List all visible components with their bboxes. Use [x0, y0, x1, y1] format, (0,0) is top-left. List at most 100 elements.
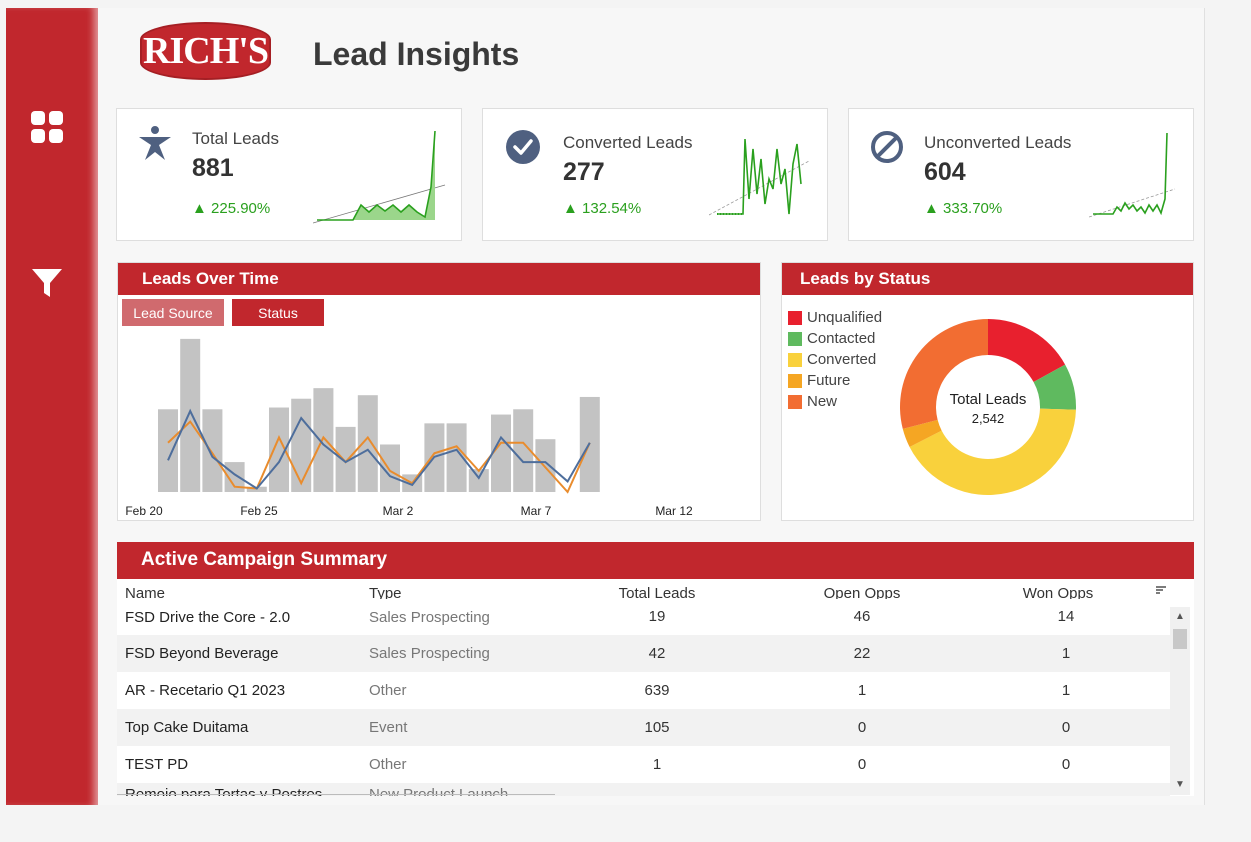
- dashboard-grid-icon[interactable]: [30, 110, 64, 144]
- logo-text: RICH'S: [143, 30, 269, 72]
- x-tick-label: Mar 12: [655, 504, 693, 518]
- kpi-converted-leads: Converted Leads 277 ▲ 132.54%: [482, 108, 828, 241]
- sort-icon[interactable]: [1155, 583, 1167, 600]
- cell-total: 42: [648, 645, 666, 662]
- tab-lead-source[interactable]: Lead Source: [122, 299, 224, 326]
- cell-open: 46: [853, 608, 871, 625]
- tab-status[interactable]: Status: [232, 299, 324, 326]
- bar[interactable]: [468, 469, 489, 492]
- legend-label: Converted: [807, 351, 877, 368]
- legend-label: New: [807, 393, 838, 410]
- cell-type: Sales Prospecting: [369, 645, 490, 662]
- kpi-total-leads: Total Leads 881 ▲ 225.90%: [116, 108, 462, 241]
- legend-label: Future: [807, 372, 851, 389]
- card-title: Leads Over Time: [118, 263, 760, 295]
- cell-type: Sales Prospecting: [369, 609, 490, 626]
- kpi-label: Unconverted Leads: [924, 133, 1072, 152]
- table-title: Active Campaign Summary: [117, 542, 1194, 579]
- legend-item[interactable]: Converted: [788, 349, 882, 370]
- cell-type: Other: [369, 756, 407, 773]
- status-legend: Unqualified Contacted Converted Future N…: [788, 307, 882, 412]
- cell-open: 22: [853, 645, 871, 662]
- cell-name: AR - Recetario Q1 2023: [125, 682, 286, 699]
- cell-open: 0: [857, 719, 867, 736]
- bar[interactable]: [535, 439, 556, 492]
- legend-swatch: [788, 331, 802, 346]
- bar[interactable]: [491, 414, 511, 492]
- kpi-delta-value: 225.90%: [211, 200, 271, 217]
- legend-swatch: [788, 394, 802, 409]
- cell-open: 0: [857, 756, 867, 773]
- cell-total: 19: [648, 608, 666, 625]
- table-row[interactable]: FSD Beyond Beverage Sales Prospecting 42…: [117, 635, 1170, 672]
- kpi-delta: ▲ 333.70%: [924, 200, 1003, 217]
- cell-open: 1: [857, 682, 867, 699]
- table-row[interactable]: Top Cake Duitama Event 105 0 0: [117, 709, 1170, 746]
- kpi-label: Converted Leads: [563, 133, 693, 152]
- cell-total: 639: [644, 682, 670, 699]
- x-tick-label: Mar 2: [383, 504, 414, 518]
- richs-logo: RICH'S: [140, 22, 271, 80]
- sparkline-total: [313, 130, 446, 224]
- bar[interactable]: [291, 398, 312, 492]
- kpi-delta: ▲ 132.54%: [563, 200, 642, 217]
- ban-circle-icon: [871, 131, 903, 163]
- legend-label: Contacted: [807, 330, 876, 347]
- table-row[interactable]: FSD Drive the Core - 2.0 Sales Prospecti…: [117, 599, 1170, 635]
- bar[interactable]: [158, 409, 178, 492]
- leads-by-status-card: Leads by Status Unqualified Contacted Co…: [781, 262, 1194, 521]
- legend-item[interactable]: Future: [788, 370, 882, 391]
- card-title: Leads by Status: [782, 263, 1193, 295]
- x-tick-label: Feb 20: [125, 504, 163, 518]
- page-title: Lead Insights: [313, 36, 520, 72]
- sidebar: [6, 8, 98, 805]
- leads-over-time-card: Leads Over Time Lead Source Status Feb 2…: [117, 262, 761, 521]
- bar[interactable]: [335, 426, 356, 492]
- cell-name: Top Cake Duitama: [125, 719, 249, 736]
- legend-swatch: [788, 352, 802, 367]
- cell-total: 105: [644, 719, 670, 736]
- kpi-delta-value: 333.70%: [943, 200, 1003, 217]
- cell-type: Event: [369, 719, 408, 736]
- kpi-delta: ▲ 225.90%: [192, 200, 271, 217]
- person-star-icon: [139, 126, 171, 160]
- cell-name: TEST PD: [125, 756, 189, 773]
- donut-center-value: 2,542: [971, 411, 1005, 426]
- legend-label: Unqualified: [807, 309, 883, 326]
- kpi-delta-value: 132.54%: [582, 200, 642, 217]
- legend-item[interactable]: Contacted: [788, 328, 882, 349]
- cell-type: Other: [369, 682, 407, 699]
- donut-center-label: Total Leads: [949, 391, 1027, 408]
- cell-won: 14: [1057, 608, 1075, 625]
- legend-swatch: [788, 373, 802, 388]
- scroll-thumb[interactable]: [1173, 629, 1187, 649]
- sparkline-converted: [709, 138, 809, 216]
- bar[interactable]: [313, 388, 334, 492]
- kpi-value: 277: [563, 158, 605, 186]
- bar[interactable]: [180, 338, 201, 492]
- kpi-value: 881: [192, 154, 234, 182]
- x-tick-label: Feb 25: [240, 504, 278, 518]
- cell-won: 0: [1061, 719, 1071, 736]
- legend-item[interactable]: Unqualified: [788, 307, 882, 328]
- kpi-unconverted-leads: Unconverted Leads 604 ▲ 333.70%: [848, 108, 1194, 241]
- cell-total: 1: [652, 756, 662, 773]
- legend-item[interactable]: New: [788, 391, 882, 412]
- leads-over-time-chart: Feb 20 Feb 25 Mar 2 Mar 7 Mar 12: [125, 338, 693, 518]
- scroll-down-icon[interactable]: ▼: [1173, 778, 1187, 792]
- bar[interactable]: [202, 409, 223, 492]
- check-circle-icon: [506, 130, 540, 164]
- kpi-value: 604: [924, 158, 966, 186]
- bar[interactable]: [357, 395, 378, 492]
- table-scrollbar[interactable]: ▲ ▼: [1170, 607, 1190, 795]
- scroll-up-icon[interactable]: ▲: [1173, 610, 1187, 624]
- table-row[interactable]: AR - Recetario Q1 2023 Other 639 1 1: [117, 672, 1170, 709]
- campaign-table: Active Campaign Summary Name Type Total …: [117, 542, 1194, 796]
- cell-won: 0: [1061, 756, 1071, 773]
- cell-name: FSD Beyond Beverage: [125, 645, 279, 662]
- filter-icon[interactable]: [30, 266, 64, 300]
- kpi-label: Total Leads: [192, 129, 279, 148]
- table-row[interactable]: TEST PD Other 1 0 0: [117, 746, 1170, 783]
- cell-won: 1: [1061, 682, 1071, 699]
- cell-name: FSD Drive the Core - 2.0: [125, 609, 291, 626]
